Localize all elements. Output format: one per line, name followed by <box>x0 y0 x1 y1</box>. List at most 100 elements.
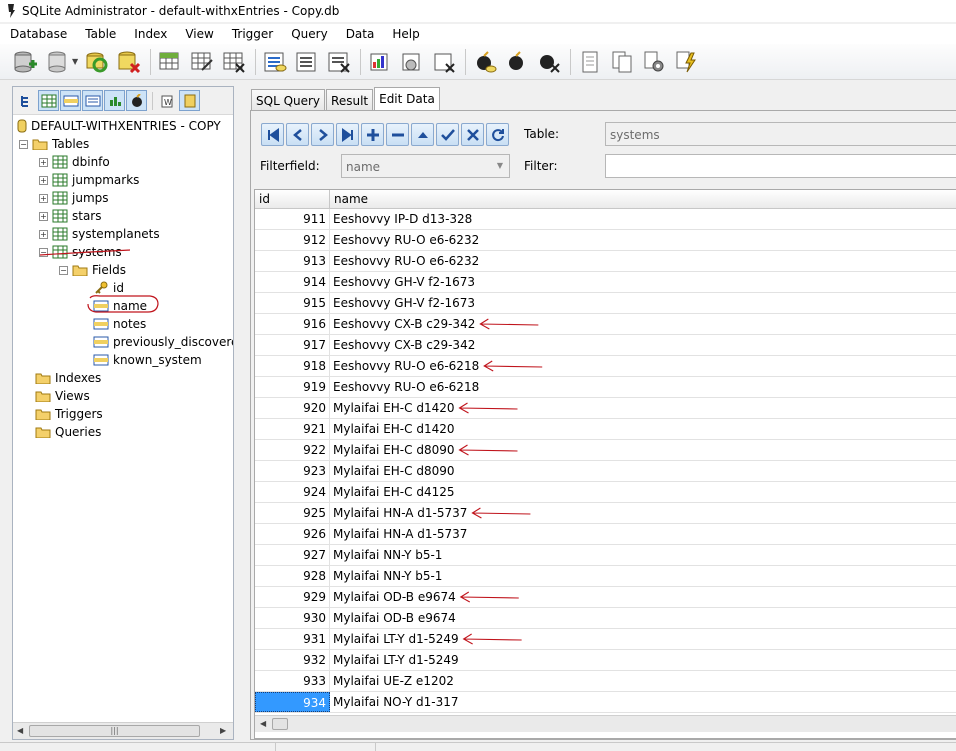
new-database-button[interactable] <box>12 49 38 75</box>
refresh-data-button[interactable] <box>486 123 509 146</box>
table-row[interactable]: 930 Mylaifai OD-B e9674 <box>255 608 956 629</box>
cell-name[interactable]: Mylaifai HN-A d1-5737 <box>330 524 956 544</box>
cell-name[interactable]: Eeshovvy GH-V f2-1673 <box>330 293 956 313</box>
table-row[interactable]: 934 Mylaifai NO-Y d1-317 <box>255 692 956 713</box>
cell-id[interactable]: 930 <box>255 608 330 628</box>
tree-field-previously-discovered[interactable]: previously_discovered <box>93 333 233 351</box>
cell-id[interactable]: 923 <box>255 461 330 481</box>
table-row[interactable]: 925 Mylaifai HN-A d1-5737 <box>255 503 956 524</box>
table-row[interactable]: 914 Eeshovvy GH-V f2-1673 <box>255 272 956 293</box>
cell-name[interactable]: Mylaifai HN-A d1-5737 <box>330 503 956 523</box>
table-row[interactable]: 928 Mylaifai NN-Y b5-1 <box>255 566 956 587</box>
collapse-icon[interactable]: − <box>59 265 68 275</box>
delete-index-button[interactable] <box>326 49 352 75</box>
show-database-button[interactable] <box>179 90 200 111</box>
table-row[interactable]: 922 Mylaifai EH-C d8090 <box>255 440 956 461</box>
table-row[interactable]: 921 Mylaifai EH-C d1420 <box>255 419 956 440</box>
scroll-left-icon[interactable]: ◀ <box>17 726 23 735</box>
table-row[interactable]: 913 Eeshovvy RU-O e6-6232 <box>255 251 956 272</box>
table-row[interactable]: 920 Mylaifai EH-C d1420 <box>255 398 956 419</box>
tree-triggers-node[interactable]: Triggers <box>35 405 103 423</box>
table-row[interactable]: 932 Mylaifai LT-Y d1-5249 <box>255 650 956 671</box>
new-view-button[interactable] <box>367 49 393 75</box>
menu-table[interactable]: Table <box>75 24 124 44</box>
tree-view-button[interactable] <box>16 90 37 111</box>
first-record-button[interactable] <box>261 123 284 146</box>
show-fields-button[interactable] <box>60 90 81 111</box>
edit-record-button[interactable] <box>411 123 434 146</box>
edit-index-button[interactable] <box>294 49 320 75</box>
cell-name[interactable]: Mylaifai NO-Y d1-317 <box>330 692 956 712</box>
copy-query-button[interactable] <box>609 49 635 75</box>
menu-trigger[interactable]: Trigger <box>222 24 281 44</box>
scroll-left-icon[interactable]: ◀ <box>260 719 266 728</box>
delete-trigger-button[interactable] <box>536 49 562 75</box>
table-row[interactable]: 927 Mylaifai NN-Y b5-1 <box>255 545 956 566</box>
grid-horizontal-scrollbar[interactable]: ◀ <box>255 715 956 732</box>
cell-id[interactable]: 932 <box>255 650 330 670</box>
table-row[interactable]: 931 Mylaifai LT-Y d1-5249 <box>255 629 956 650</box>
cell-id[interactable]: 934 <box>255 692 330 712</box>
cell-name[interactable]: Mylaifai EH-C d8090 <box>330 440 956 460</box>
tree-views-node[interactable]: Views <box>35 387 90 405</box>
menu-index[interactable]: Index <box>124 24 175 44</box>
last-record-button[interactable] <box>336 123 359 146</box>
tree-field-known-system[interactable]: known_system <box>93 351 202 369</box>
cell-id[interactable]: 928 <box>255 566 330 586</box>
tree-queries-node[interactable]: Queries <box>35 423 101 441</box>
table-row[interactable]: 918 Eeshovvy RU-O e6-6218 <box>255 356 956 377</box>
cell-name[interactable]: Mylaifai LT-Y d1-5249 <box>330 650 956 670</box>
table-row[interactable]: 933 Mylaifai UE-Z e1202 <box>255 671 956 692</box>
open-database-button[interactable] <box>44 49 70 75</box>
cell-id[interactable]: 919 <box>255 377 330 397</box>
table-row[interactable]: 929 Mylaifai OD-B e9674 <box>255 587 956 608</box>
cell-id[interactable]: 927 <box>255 545 330 565</box>
edit-trigger-button[interactable] <box>504 49 530 75</box>
execute-button[interactable] <box>673 49 699 75</box>
filterfield-select[interactable]: name ▼ <box>341 154 510 178</box>
settings-button[interactable] <box>641 49 667 75</box>
cell-name[interactable]: Eeshovvy RU-O e6-6218 <box>330 377 956 397</box>
menu-query[interactable]: Query <box>281 24 335 44</box>
cell-id[interactable]: 915 <box>255 293 330 313</box>
table-row[interactable]: 924 Mylaifai EH-C d4125 <box>255 482 956 503</box>
show-triggers-button[interactable] <box>126 90 147 111</box>
table-row[interactable]: 915 Eeshovvy GH-V f2-1673 <box>255 293 956 314</box>
expand-icon[interactable]: + <box>39 193 48 203</box>
cell-name[interactable]: Mylaifai UE-Z e1202 <box>330 671 956 691</box>
cell-id[interactable]: 924 <box>255 482 330 502</box>
tree-table-jumpmarks[interactable]: + jumpmarks <box>39 171 139 189</box>
table-row[interactable]: 917 Eeshovvy CX-B c29-342 <box>255 335 956 356</box>
cell-id[interactable]: 920 <box>255 398 330 418</box>
tree-field-notes[interactable]: notes <box>93 315 146 333</box>
chevron-down-icon[interactable]: ▼ <box>497 161 503 170</box>
menu-database[interactable]: Database <box>0 24 75 44</box>
tree-table-jumps[interactable]: + jumps <box>39 189 109 207</box>
cell-name[interactable]: Eeshovvy GH-V f2-1673 <box>330 272 956 292</box>
tree-fields-node[interactable]: − Fields <box>59 261 126 279</box>
tree-root[interactable]: DEFAULT-WITHXENTRIES - COPY <box>17 117 221 135</box>
table-row[interactable]: 911 Eeshovvy IP-D d13-328 <box>255 209 956 230</box>
cell-name[interactable]: Mylaifai NN-Y b5-1 <box>330 566 956 586</box>
cell-id[interactable]: 931 <box>255 629 330 649</box>
tab-edit-data[interactable]: Edit Data <box>374 87 440 111</box>
chevron-down-icon[interactable]: ▼ <box>72 57 78 66</box>
cell-id[interactable]: 918 <box>255 356 330 376</box>
previous-record-button[interactable] <box>286 123 309 146</box>
cell-id[interactable]: 921 <box>255 419 330 439</box>
tree-tables-node[interactable]: − Tables <box>19 135 89 153</box>
tree-table-systemplanets[interactable]: + systemplanets <box>39 225 160 243</box>
expand-icon[interactable]: + <box>39 211 48 221</box>
delete-record-button[interactable] <box>386 123 409 146</box>
cancel-edit-button[interactable] <box>461 123 484 146</box>
cell-id[interactable]: 933 <box>255 671 330 691</box>
tree-table-stars[interactable]: + stars <box>39 207 102 225</box>
menu-help[interactable]: Help <box>382 24 427 44</box>
expand-icon[interactable]: + <box>39 175 48 185</box>
new-index-button[interactable] <box>262 49 288 75</box>
show-indexes-button[interactable] <box>82 90 103 111</box>
column-header-id[interactable]: id <box>255 190 330 209</box>
collapse-icon[interactable]: − <box>39 247 48 257</box>
cell-name[interactable]: Mylaifai EH-C d4125 <box>330 482 956 502</box>
cell-name[interactable]: Eeshovvy RU-O e6-6218 <box>330 356 956 376</box>
